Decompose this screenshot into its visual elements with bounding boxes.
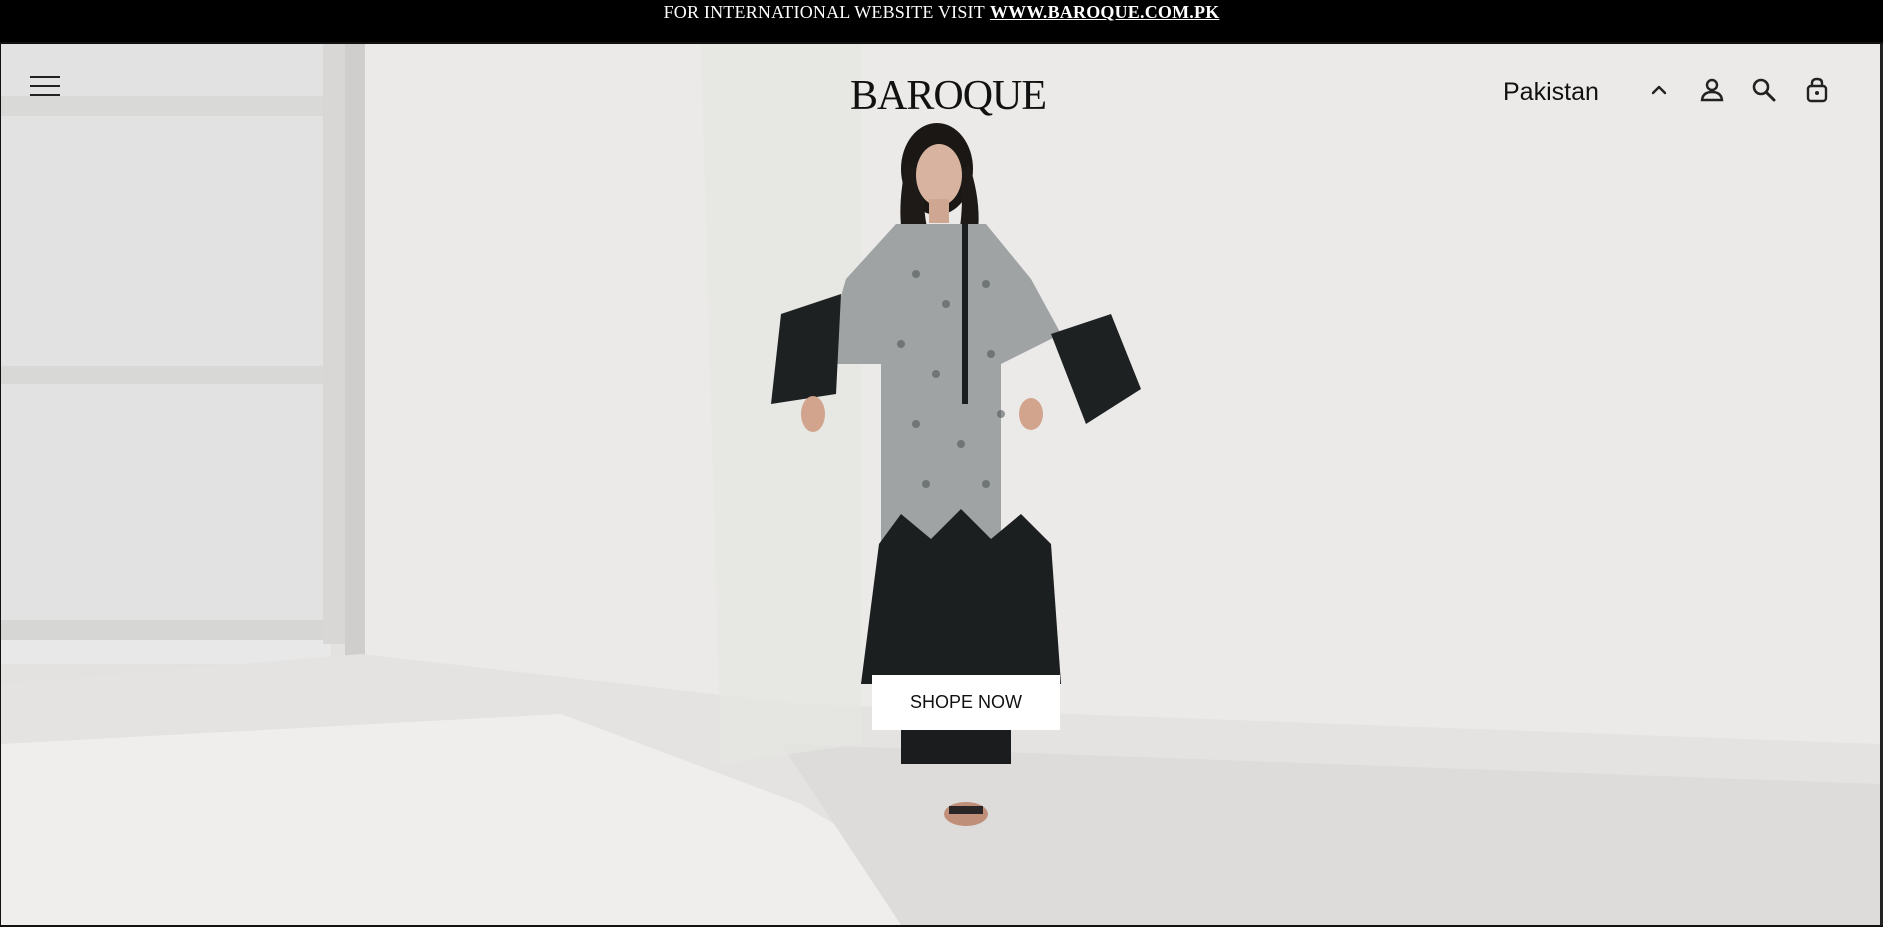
search-icon[interactable] [1750, 76, 1778, 104]
announcement-text: FOR INTERNATIONAL WEBSITE VISIT [663, 2, 985, 22]
menu-icon[interactable] [30, 74, 60, 98]
user-icon[interactable] [1698, 76, 1726, 104]
menu-bar [30, 94, 60, 96]
shop-now-button[interactable]: SHOPE NOW [872, 675, 1060, 730]
announcement-bar: FOR INTERNATIONAL WEBSITE VISIT WWW.BARO… [0, 0, 1883, 42]
brand-logo[interactable]: BAROQUE [850, 72, 1047, 120]
menu-bar [30, 76, 60, 78]
hero-image [1, 44, 1880, 925]
international-site-link[interactable]: WWW.BAROQUE.COM.PK [990, 2, 1219, 23]
country-selector[interactable]: Pakistan [1503, 78, 1599, 107]
hero-banner [1, 44, 1880, 925]
menu-bar [30, 85, 60, 87]
bag-icon[interactable] [1803, 76, 1831, 104]
page: FOR INTERNATIONAL WEBSITE VISIT WWW.BARO… [0, 0, 1883, 927]
logo-text: BAROQUE [850, 73, 1047, 119]
chevron-up-icon[interactable] [1645, 76, 1673, 104]
